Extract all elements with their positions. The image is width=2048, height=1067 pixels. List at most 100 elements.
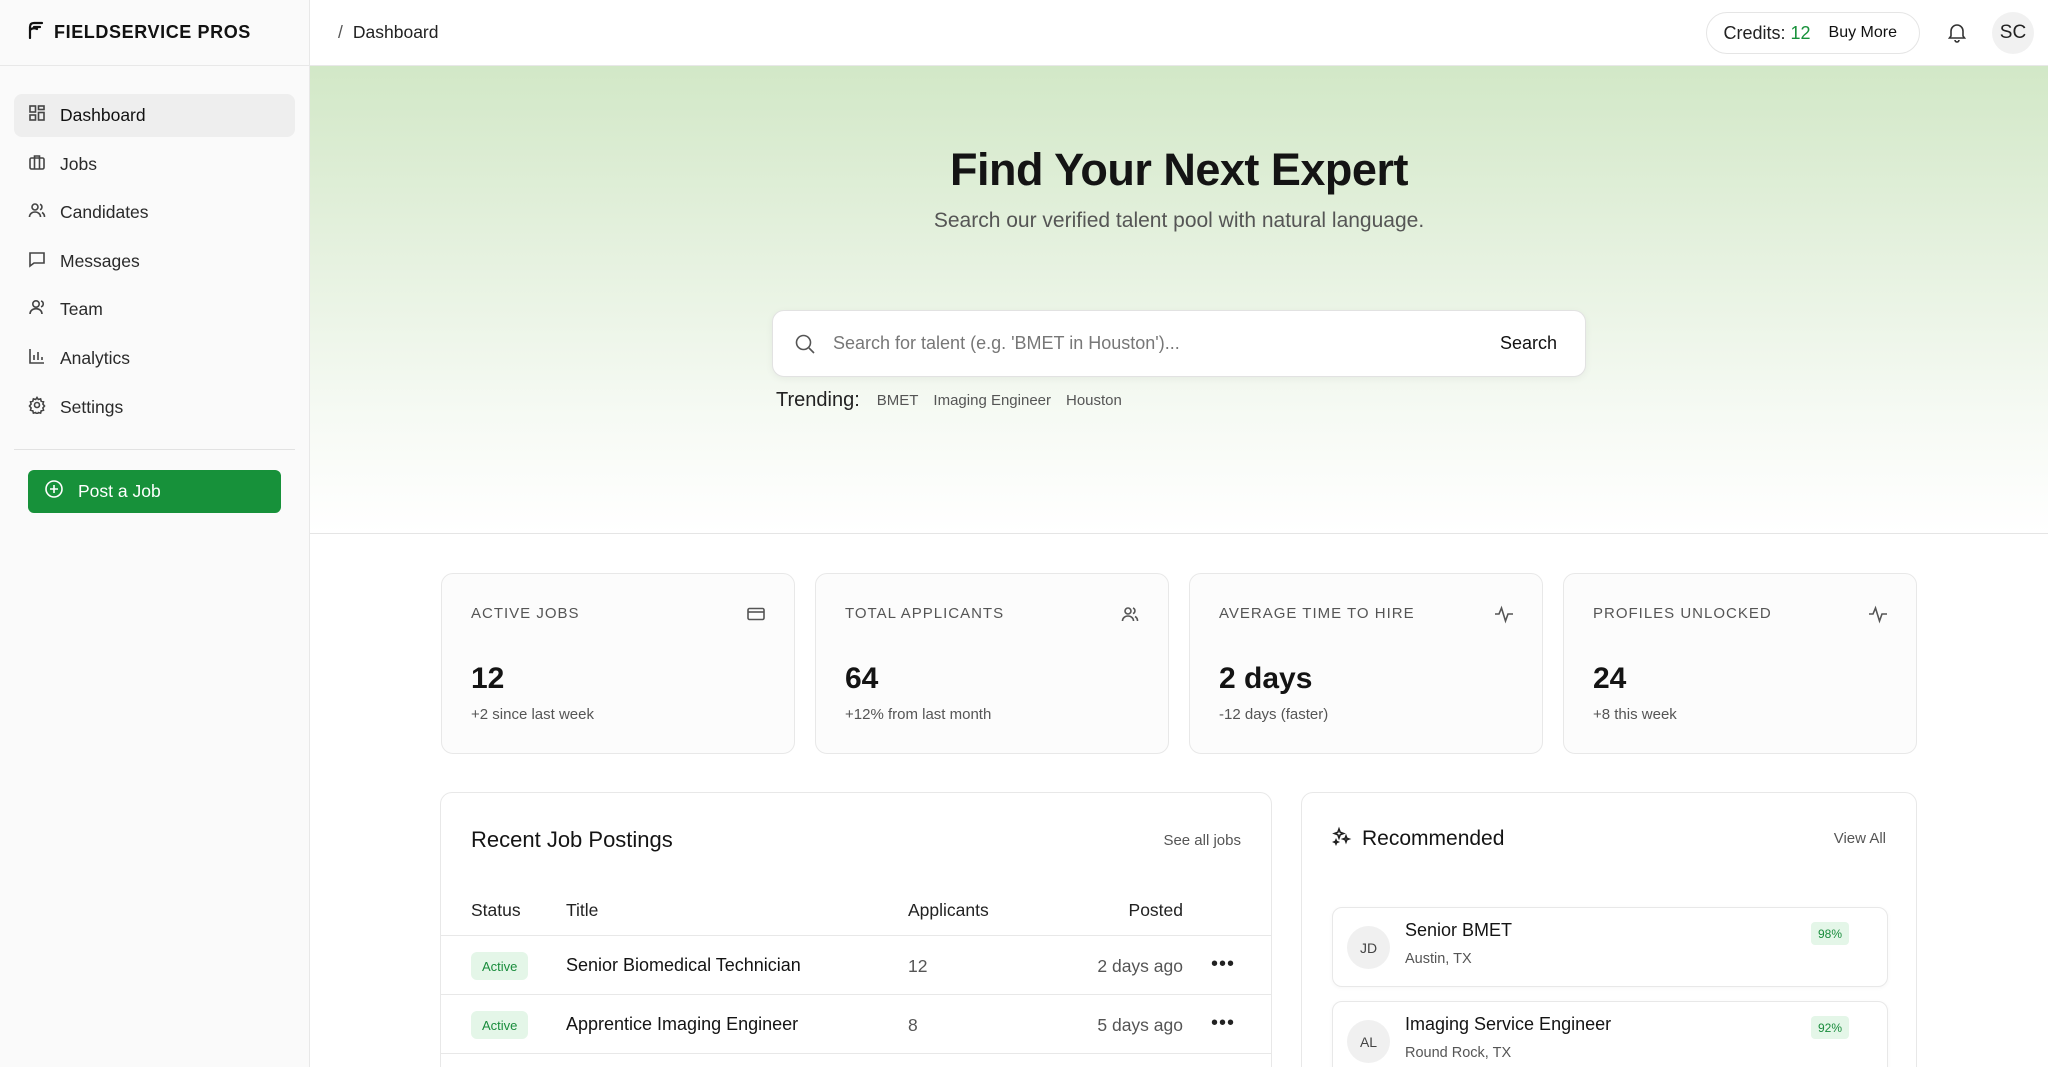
candidate-card[interactable]: AL Imaging Service Engineer Round Rock, … bbox=[1332, 1001, 1888, 1067]
column-header-applicants: Applicants bbox=[908, 900, 989, 920]
trending-tag[interactable]: Houston bbox=[1066, 392, 1122, 409]
stat-card-total-applicants: TOTAL APPLICANTS 64 +12% from last month bbox=[815, 573, 1169, 754]
applicant-count: 8 bbox=[908, 1015, 918, 1035]
more-options-icon[interactable]: ••• bbox=[1211, 952, 1234, 976]
brand-name: FIELDSERVICE PROS bbox=[54, 22, 251, 42]
column-header-status: Status bbox=[471, 900, 521, 920]
topbar-actions: Credits: 12 Buy More SC bbox=[1706, 0, 2048, 66]
stat-note: +2 since last week bbox=[471, 706, 594, 723]
section-title: Recommended bbox=[1362, 826, 1505, 850]
candidate-role: Senior BMET bbox=[1405, 920, 1513, 940]
sidebar-item-messages[interactable]: Messages bbox=[14, 240, 295, 283]
sidebar-item-label: Candidates bbox=[60, 202, 149, 223]
candidate-location: Austin, TX bbox=[1405, 951, 1472, 967]
candidate-role: Imaging Service Engineer bbox=[1405, 1014, 1612, 1034]
credits-display: Credits: 12 bbox=[1723, 23, 1810, 44]
stat-label: PROFILES UNLOCKED bbox=[1593, 605, 1772, 622]
column-header-title: Title bbox=[566, 900, 599, 920]
table-row[interactable]: Active Apprentice Imaging Engineer 8 5 d… bbox=[441, 994, 1271, 1053]
post-job-label: Post a Job bbox=[78, 480, 161, 501]
buy-more-button[interactable]: Buy More bbox=[1829, 24, 1897, 42]
sidebar-item-settings[interactable]: Settings bbox=[14, 386, 295, 429]
breadcrumb-current: Dashboard bbox=[352, 22, 439, 42]
sidebar-item-analytics[interactable]: Analytics bbox=[14, 337, 295, 380]
sidebar-item-label: Dashboard bbox=[60, 105, 146, 125]
posted-date: 2 days ago bbox=[1097, 956, 1183, 976]
candidate-location: Round Rock, TX bbox=[1405, 1045, 1512, 1061]
card-icon bbox=[746, 604, 766, 624]
hero-title: Find Your Next Expert bbox=[950, 144, 1408, 195]
sparkles-icon bbox=[1331, 826, 1352, 851]
brand[interactable]: FIELDSERVICE PROS bbox=[0, 0, 309, 66]
gear-icon bbox=[28, 395, 46, 419]
section-title: Recent Job Postings bbox=[471, 827, 673, 852]
stat-value: 24 bbox=[1593, 662, 1627, 695]
logo-icon bbox=[28, 21, 44, 44]
sidebar-item-label: Team bbox=[60, 299, 103, 320]
message-icon bbox=[28, 250, 46, 273]
notifications-button[interactable] bbox=[1946, 21, 1970, 45]
users-icon bbox=[28, 201, 46, 224]
bar-chart-icon bbox=[28, 347, 46, 370]
credits-pill: Credits: 12 Buy More bbox=[1706, 12, 1920, 54]
top-bar: / Dashboard Credits: 12 Buy More SC bbox=[310, 0, 2048, 66]
trending-tag[interactable]: BMET bbox=[877, 392, 919, 409]
stat-note: +12% from last month bbox=[845, 706, 992, 723]
stat-note: -12 days (faster) bbox=[1219, 706, 1329, 723]
search-button[interactable]: Search bbox=[1500, 333, 1557, 354]
column-header-posted: Posted bbox=[1128, 900, 1183, 920]
stat-value: 2 days bbox=[1219, 662, 1313, 695]
sidebar-item-candidates[interactable]: Candidates bbox=[14, 191, 295, 234]
recommended-panel: Recommended View All JD Senior BMET Aust… bbox=[1301, 792, 1917, 1067]
trending-searches: Trending: BMET Imaging Engineer Houston bbox=[776, 389, 1122, 412]
users-icon bbox=[1120, 604, 1140, 624]
job-title[interactable]: Apprentice Imaging Engineer bbox=[566, 1014, 798, 1035]
match-score-badge: 98% bbox=[1810, 922, 1849, 945]
job-title[interactable]: Senior Biomedical Technician bbox=[566, 955, 801, 976]
recommended-header: Recommended bbox=[1331, 826, 1505, 851]
recent-job-postings: Recent Job Postings See all jobs Status … bbox=[440, 792, 1272, 1067]
stat-card-time-to-hire: AVERAGE TIME TO HIRE 2 days -12 days (fa… bbox=[1189, 573, 1543, 754]
post-job-button[interactable]: Post a Job bbox=[28, 469, 281, 513]
sidebar-item-jobs[interactable]: Jobs bbox=[14, 143, 295, 186]
see-all-jobs-link[interactable]: See all jobs bbox=[1163, 832, 1241, 849]
plus-circle-icon bbox=[44, 479, 64, 504]
activity-icon bbox=[1868, 604, 1888, 624]
status-badge: Active bbox=[471, 952, 529, 980]
stat-label: AVERAGE TIME TO HIRE bbox=[1219, 605, 1415, 622]
stat-label: TOTAL APPLICANTS bbox=[845, 605, 1005, 622]
more-options-icon[interactable]: ••• bbox=[1211, 1011, 1234, 1035]
breadcrumb-separator: / bbox=[338, 22, 343, 42]
sidebar-item-label: Settings bbox=[60, 396, 124, 417]
avatar: AL bbox=[1347, 1020, 1390, 1063]
sidebar-divider bbox=[14, 448, 295, 450]
search-icon bbox=[793, 332, 817, 356]
avatar: JD bbox=[1347, 926, 1390, 969]
sidebar-item-dashboard[interactable]: Dashboard bbox=[14, 94, 295, 137]
stat-card-profiles-unlocked: PROFILES UNLOCKED 24 +8 this week bbox=[1563, 573, 1917, 754]
table-row[interactable]: Active Senior Biomedical Technician 12 2… bbox=[441, 935, 1271, 994]
stat-value: 12 bbox=[471, 662, 505, 695]
stat-value: 64 bbox=[845, 662, 879, 695]
credits-label: Credits: bbox=[1723, 22, 1786, 43]
search-input[interactable] bbox=[833, 333, 1500, 354]
activity-icon bbox=[1494, 604, 1514, 624]
user-avatar[interactable]: SC bbox=[1992, 12, 2034, 54]
stat-note: +8 this week bbox=[1593, 706, 1677, 723]
table-row[interactable] bbox=[441, 1053, 1271, 1067]
grid-icon bbox=[28, 104, 46, 127]
sidebar-item-label: Analytics bbox=[60, 347, 131, 368]
hero-subtitle: Search our verified talent pool with nat… bbox=[933, 209, 1425, 232]
stat-card-active-jobs: ACTIVE JOBS 12 +2 since last week bbox=[441, 573, 795, 754]
candidate-card[interactable]: JD Senior BMET Austin, TX 98% bbox=[1332, 907, 1888, 987]
bell-icon bbox=[1946, 24, 1968, 47]
posted-date: 5 days ago bbox=[1097, 1015, 1183, 1035]
applicant-count: 12 bbox=[908, 956, 928, 976]
credits-count: 12 bbox=[1790, 22, 1811, 43]
match-score-badge: 92% bbox=[1810, 1016, 1849, 1039]
sidebar-item-team[interactable]: Team bbox=[14, 288, 295, 331]
view-all-link[interactable]: View All bbox=[1834, 830, 1886, 847]
trending-tag[interactable]: Imaging Engineer bbox=[933, 392, 1051, 409]
stat-label: ACTIVE JOBS bbox=[471, 605, 580, 622]
talent-search: Search bbox=[772, 310, 1586, 377]
